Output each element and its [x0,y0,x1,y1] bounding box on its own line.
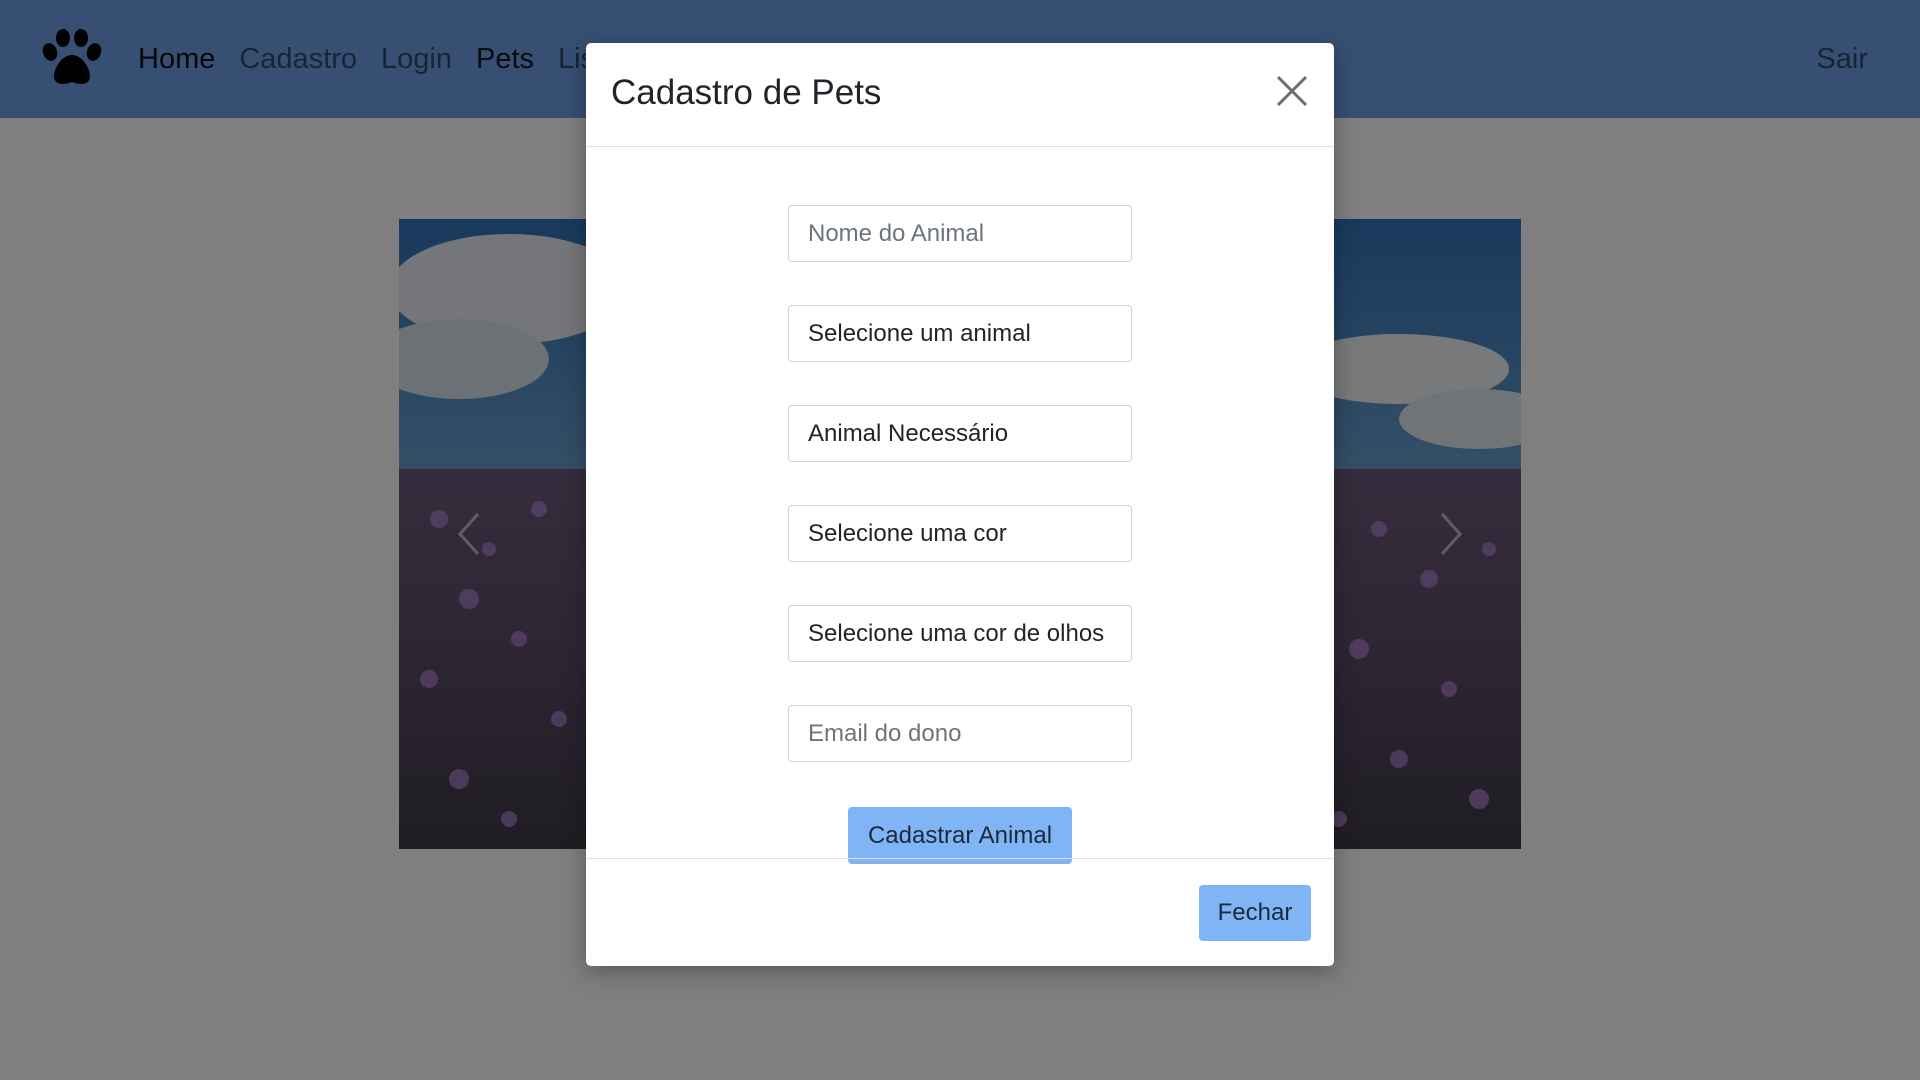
modal-title: Cadastro de Pets [611,73,882,112]
modal-close-button[interactable] [1270,69,1314,113]
eye-color-select[interactable]: Selecione uma cor de olhos [788,605,1132,662]
animal-required-select[interactable]: Animal Necessário [788,405,1132,462]
close-icon [1276,75,1308,107]
animal-name-input[interactable] [788,205,1132,262]
animal-type-select[interactable]: Selecione um animal [788,305,1132,362]
modal-footer: Fechar [586,858,1334,967]
modal-body: Selecione um animal Animal Necessário Se… [586,147,1334,902]
close-modal-button[interactable]: Fechar [1199,885,1311,941]
register-animal-button[interactable]: Cadastrar Animal [848,807,1072,864]
modal-header: Cadastro de Pets [586,43,1334,147]
color-select[interactable]: Selecione uma cor [788,505,1132,562]
owner-email-input[interactable] [788,705,1132,762]
pet-registration-modal: Cadastro de Pets Selecione um animal Ani… [586,43,1334,966]
